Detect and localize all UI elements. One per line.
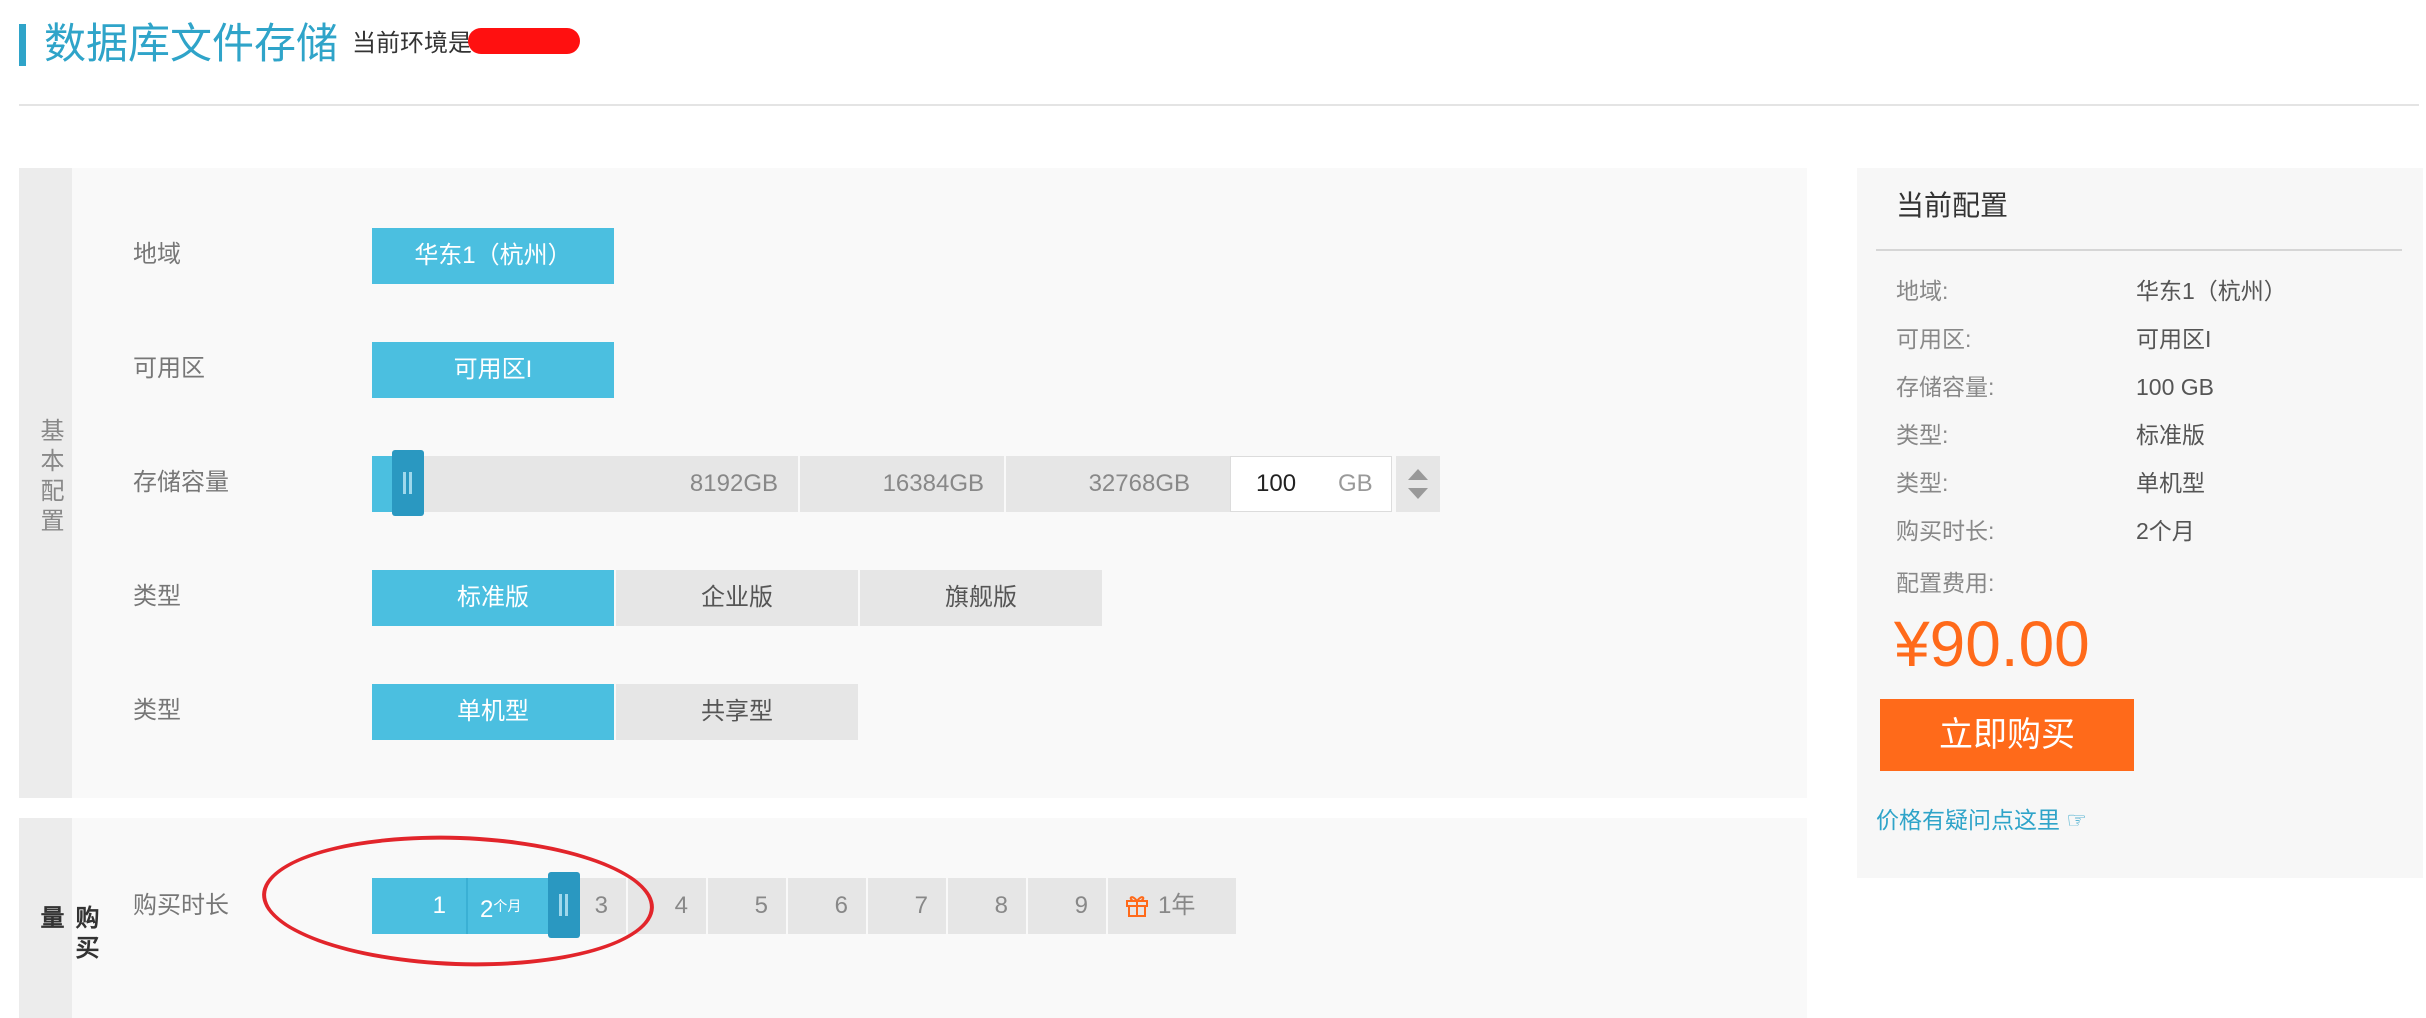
edition-label: 类型 bbox=[133, 583, 181, 610]
region-label: 地域 bbox=[133, 241, 181, 268]
edition-option-flagship[interactable]: 旗舰版 bbox=[860, 570, 1102, 626]
duration-separator bbox=[706, 878, 708, 934]
storage-tick-separator bbox=[798, 456, 800, 512]
summary-value-edition: 标准版 bbox=[2136, 422, 2205, 448]
summary-key-mode: 类型: bbox=[1896, 470, 1949, 496]
fee-label: 配置费用: bbox=[1896, 570, 1995, 596]
summary-value-mode: 单机型 bbox=[2136, 470, 2205, 496]
page-title: 数据库文件存储 bbox=[44, 20, 339, 67]
storage-label: 存储容量 bbox=[133, 469, 229, 496]
mode-label: 类型 bbox=[133, 697, 181, 724]
environment-label: 当前环境是 bbox=[352, 30, 472, 57]
mode-option-single[interactable]: 单机型 bbox=[372, 684, 614, 740]
edition-option-enterprise[interactable]: 企业版 bbox=[616, 570, 858, 626]
duration-option-8[interactable]: 8 bbox=[980, 878, 1008, 934]
zone-option-i[interactable]: 可用区I bbox=[372, 342, 614, 398]
header-divider bbox=[19, 104, 2419, 106]
summary-key-zone: 可用区: bbox=[1896, 326, 1972, 352]
summary-key-region: 地域: bbox=[1896, 278, 1949, 304]
buy-now-button[interactable]: 立即购买 bbox=[1880, 699, 2134, 771]
duration-separator bbox=[866, 878, 868, 934]
storage-tick-separator bbox=[1004, 456, 1006, 512]
storage-tick-32768: 32768GB bbox=[1088, 470, 1190, 497]
duration-option-9[interactable]: 9 bbox=[1060, 878, 1088, 934]
storage-tick-8192: 8192GB bbox=[689, 470, 778, 497]
duration-option-1-year[interactable]: 1年 bbox=[1158, 878, 1202, 934]
duration-label: 购买时长 bbox=[133, 892, 229, 919]
current-config-divider bbox=[1876, 249, 2402, 251]
storage-slider-handle[interactable] bbox=[392, 450, 424, 516]
storage-capacity-value: 100 bbox=[1256, 470, 1297, 497]
region-option-hangzhou[interactable]: 华东1（杭州） bbox=[372, 228, 614, 284]
storage-tick-16384: 16384GB bbox=[882, 470, 984, 497]
summary-key-duration: 购买时长: bbox=[1896, 518, 1995, 544]
duration-option-4[interactable]: 4 bbox=[660, 878, 688, 934]
price-value: ¥90.00 bbox=[1894, 608, 2090, 680]
mode-option-shared[interactable]: 共享型 bbox=[616, 684, 858, 740]
purchase-tab-label: 购买量 bbox=[36, 905, 98, 965]
summary-value-zone: 可用区I bbox=[2136, 326, 2212, 352]
zone-label: 可用区 bbox=[133, 355, 205, 382]
redaction-mark bbox=[468, 28, 580, 54]
stepper-up-icon[interactable] bbox=[1408, 469, 1428, 480]
edition-option-standard[interactable]: 标准版 bbox=[372, 570, 614, 626]
price-help-link[interactable]: 价格有疑问点这里 ☞ bbox=[1876, 804, 2087, 836]
summary-value-duration: 2个月 bbox=[2136, 518, 2195, 544]
summary-value-region: 华东1（杭州） bbox=[2136, 278, 2287, 304]
current-config-title: 当前配置 bbox=[1896, 190, 2009, 221]
summary-key-storage: 存储容量: bbox=[1896, 374, 1995, 400]
duration-option-5[interactable]: 5 bbox=[740, 878, 768, 934]
basic-config-tab-label: 基本配置 bbox=[36, 418, 63, 538]
duration-separator bbox=[1026, 878, 1028, 934]
storage-capacity-unit: GB bbox=[1338, 470, 1373, 497]
summary-value-storage: 100 GB bbox=[2136, 374, 2214, 400]
duration-separator bbox=[786, 878, 788, 934]
duration-option-7[interactable]: 7 bbox=[900, 878, 928, 934]
gift-icon bbox=[1126, 896, 1148, 917]
title-accent-bar bbox=[19, 24, 26, 66]
duration-separator bbox=[946, 878, 948, 934]
summary-key-edition: 类型: bbox=[1896, 422, 1949, 448]
stepper-down-icon[interactable] bbox=[1408, 488, 1428, 499]
storage-stepper[interactable] bbox=[1396, 456, 1440, 512]
duration-option-6[interactable]: 6 bbox=[820, 878, 848, 934]
duration-separator bbox=[1106, 878, 1108, 934]
